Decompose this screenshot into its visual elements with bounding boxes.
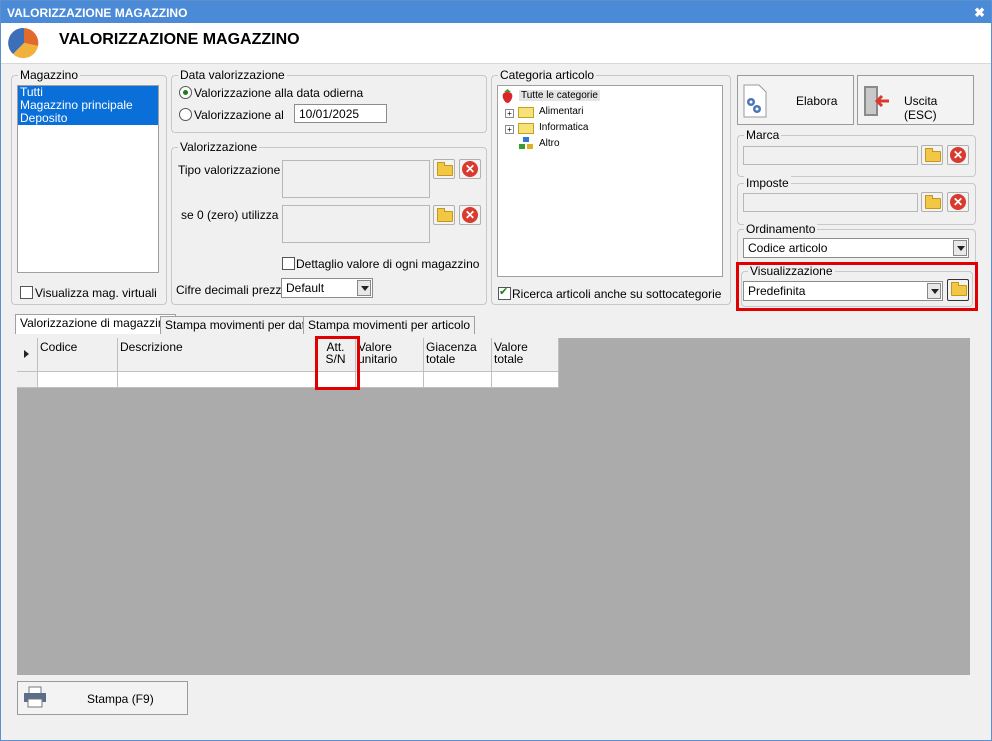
table-cell[interactable]	[38, 372, 118, 388]
data-grid[interactable]: Codice Descrizione Att. S/N Valore unita…	[17, 338, 970, 675]
tree-node-alimentari[interactable]: Alimentari	[539, 106, 583, 117]
tab-valorizzazione[interactable]: Valorizzazione di magazzino	[15, 314, 177, 334]
ricerca-checkbox[interactable]	[498, 285, 511, 300]
ordinamento-select[interactable]: Codice articolo	[743, 238, 969, 258]
elabora-button[interactable]: Elabora	[737, 75, 854, 125]
row-header-corner	[17, 338, 38, 372]
valorizzazione-caption: Valorizzazione	[178, 140, 260, 154]
header: VALORIZZAZIONE MAGAZZINO	[1, 23, 991, 64]
cifre-label: Cifre decimali prezzi :	[176, 283, 291, 297]
magazzino-list[interactable]: Tutti Magazzino principale Deposito	[17, 85, 159, 273]
table-cell[interactable]	[118, 372, 316, 388]
imposte-caption: Imposte	[744, 176, 791, 190]
tipo-browse-button[interactable]	[433, 159, 455, 179]
printer-icon	[24, 686, 46, 708]
dettaglio-label: Dettaglio valore di ogni magazzino	[296, 257, 480, 271]
list-item[interactable]: Deposito	[18, 112, 158, 125]
stampa-label: Stampa (F9)	[87, 692, 154, 706]
window-title: VALORIZZAZIONE MAGAZZINO	[7, 6, 188, 20]
radio-date-label: Valorizzazione al	[194, 108, 284, 122]
elabora-label: Elabora	[796, 94, 838, 108]
strawberry-icon	[502, 89, 513, 103]
network-icon	[519, 137, 533, 149]
exit-door-icon	[864, 86, 889, 116]
column-header-codice[interactable]: Codice	[38, 338, 118, 372]
data-valorizzazione-caption: Data valorizzazione	[178, 68, 287, 82]
marca-clear-button[interactable]: ✕	[947, 145, 969, 165]
radio-today-label: Valorizzazione alla data odierna	[194, 86, 364, 100]
folder-icon	[437, 208, 453, 222]
folder-icon	[518, 107, 534, 118]
cifre-value: Default	[286, 281, 325, 295]
folder-icon	[925, 148, 941, 162]
zero-clear-button[interactable]: ✕	[459, 205, 481, 225]
table-row-header[interactable]	[17, 372, 38, 388]
delete-icon: ✕	[950, 147, 966, 163]
folder-icon	[437, 162, 453, 176]
ordinamento-caption: Ordinamento	[744, 222, 818, 236]
column-header-giacenza[interactable]: Giacenza totale	[424, 338, 492, 372]
page-title: VALORIZZAZIONE MAGAZZINO	[59, 31, 300, 48]
delete-icon: ✕	[950, 194, 966, 210]
folder-icon	[925, 195, 941, 209]
zero-field[interactable]	[282, 205, 430, 243]
categoria-tree[interactable]: Tutte le categorie + Alimentari + Inform…	[497, 85, 723, 277]
dettaglio-checkbox[interactable]	[282, 257, 295, 270]
marca-field[interactable]	[743, 146, 918, 165]
column-header-descrizione[interactable]: Descrizione	[118, 338, 316, 372]
magazzino-caption: Magazzino	[18, 68, 81, 82]
stampa-button[interactable]: Stampa (F9)	[17, 681, 188, 715]
tab-movimenti-data[interactable]: Stampa movimenti per data	[160, 316, 317, 334]
expand-icon[interactable]: +	[505, 125, 514, 134]
tree-root[interactable]: Tutte le categorie	[519, 90, 600, 101]
column-header-valore-unitario[interactable]: Valore unitario	[356, 338, 424, 372]
main-window: VALORIZZAZIONE MAGAZZINO ✖ VALORIZZAZION…	[0, 0, 992, 741]
imposte-field[interactable]	[743, 193, 918, 212]
row-pointer-icon	[24, 350, 29, 358]
imposte-browse-button[interactable]	[921, 192, 943, 212]
gears-document-icon	[743, 84, 767, 118]
chevron-down-icon[interactable]	[953, 240, 967, 256]
delete-icon: ✕	[462, 161, 478, 177]
close-icon[interactable]: ✖	[974, 1, 985, 25]
pie-chart-icon	[8, 27, 39, 59]
categoria-caption: Categoria articolo	[498, 68, 597, 82]
delete-icon: ✕	[462, 207, 478, 223]
radio-today[interactable]	[179, 86, 192, 99]
tipo-valorizzazione-label: Tipo valorizzazione :	[178, 163, 287, 177]
zero-browse-button[interactable]	[433, 205, 455, 225]
folder-icon	[518, 123, 534, 134]
tab-movimenti-articolo[interactable]: Stampa movimenti per articolo	[303, 316, 476, 334]
column-header-valore-totale[interactable]: Valore totale	[492, 338, 559, 372]
ricerca-label: Ricerca articoli anche su sottocategorie	[512, 287, 722, 301]
highlight-visualizzazione	[736, 262, 978, 311]
marca-caption: Marca	[744, 128, 782, 142]
exit-label: Uscita (ESC)	[904, 94, 938, 122]
tipo-clear-button[interactable]: ✕	[459, 159, 481, 179]
cifre-select[interactable]: Default	[281, 278, 373, 298]
imposte-clear-button[interactable]: ✕	[947, 192, 969, 212]
table-cell[interactable]	[492, 372, 559, 388]
table-cell[interactable]	[424, 372, 492, 388]
zero-label: se 0 (zero) utilizza :	[181, 208, 286, 222]
highlight-att-column	[315, 336, 360, 390]
tipo-valorizzazione-field[interactable]	[282, 160, 430, 198]
table-cell[interactable]	[356, 372, 424, 388]
virtual-warehouse-checkbox[interactable]	[20, 286, 33, 299]
tree-node-altro[interactable]: Altro	[539, 138, 560, 149]
expand-icon[interactable]: +	[505, 109, 514, 118]
virtual-warehouse-label: Visualizza mag. virtuali	[35, 286, 157, 300]
title-bar: VALORIZZAZIONE MAGAZZINO ✖	[1, 1, 991, 23]
ordinamento-value: Codice articolo	[748, 241, 828, 255]
date-input[interactable]: 10/01/2025	[294, 104, 387, 123]
radio-date[interactable]	[179, 108, 192, 121]
chevron-down-icon[interactable]	[357, 280, 371, 296]
exit-button[interactable]: Uscita (ESC)	[857, 75, 974, 125]
marca-browse-button[interactable]	[921, 145, 943, 165]
tree-node-informatica[interactable]: Informatica	[539, 122, 588, 133]
